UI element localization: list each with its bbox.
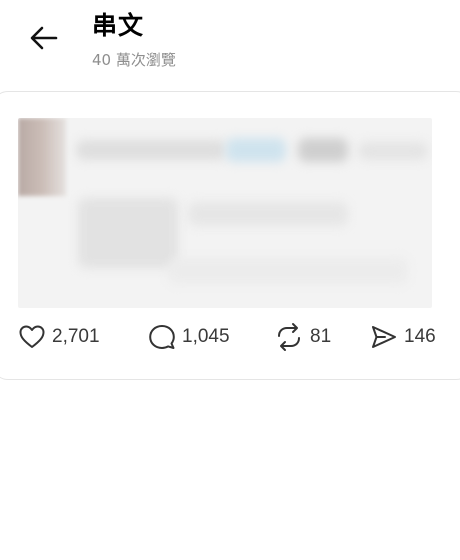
share-count: 146 (404, 326, 436, 347)
comment-icon (149, 325, 175, 349)
share-button[interactable]: 146 (370, 320, 436, 354)
blurred-text (358, 142, 428, 160)
blurred-text (298, 138, 348, 162)
like-count: 2,701 (52, 326, 100, 347)
blurred-username (76, 140, 226, 160)
repost-count: 81 (310, 326, 332, 347)
page-title: 串文 (92, 11, 145, 40)
repost-button[interactable]: 81 (274, 320, 331, 354)
avatar (18, 118, 66, 196)
arrow-left-icon (30, 26, 58, 50)
back-button[interactable] (24, 18, 64, 58)
blurred-text (168, 258, 408, 284)
post-preview-blurred[interactable] (18, 118, 432, 308)
view-count: 40 萬次瀏覽 (92, 51, 176, 69)
repost-icon (278, 323, 300, 351)
post-actions-bar: 2,701 1,045 81 146 (18, 320, 448, 354)
blurred-media (78, 198, 178, 268)
heart-icon (19, 325, 45, 348)
blurred-badge (226, 138, 286, 162)
comment-button[interactable]: 1,045 (148, 320, 230, 354)
post-header: 串文 40 萬次瀏覽 (0, 0, 460, 80)
comment-count: 1,045 (182, 326, 230, 347)
like-button[interactable]: 2,701 (18, 320, 100, 354)
send-icon (372, 326, 396, 348)
blurred-text (188, 202, 348, 226)
